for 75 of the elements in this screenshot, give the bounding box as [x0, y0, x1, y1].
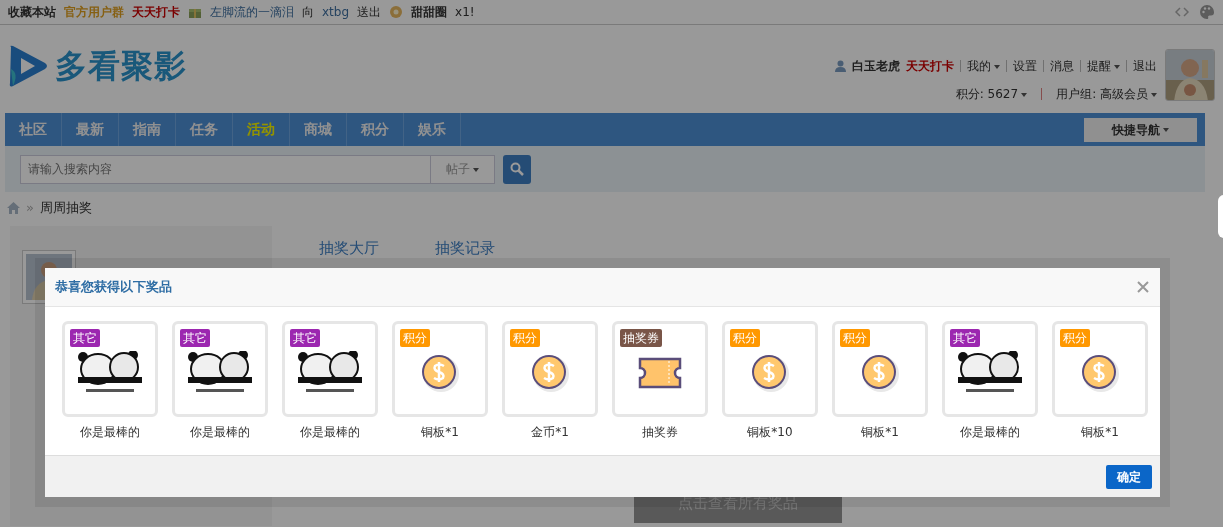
menu-link[interactable]: 退出 [1133, 57, 1157, 75]
breadcrumb-separator: » [26, 198, 34, 217]
coin-icon [750, 353, 790, 393]
prize-card[interactable]: 积分 [1052, 321, 1148, 417]
prize-label: 铜板*1 [1081, 424, 1119, 441]
search-button[interactable] [503, 154, 531, 184]
prize-label: 金币*1 [531, 424, 569, 441]
prize-label: 你是最棒的 [960, 424, 1020, 441]
caret-icon [1163, 128, 1169, 132]
modal-title: 恭喜您获得以下奖品 [55, 278, 172, 297]
prize-card[interactable]: 积分 [502, 321, 598, 417]
menu-link[interactable]: 我的 [967, 57, 1000, 75]
search-icon [510, 162, 524, 176]
prize-card[interactable]: 积分 [392, 321, 488, 417]
user-link[interactable]: 左脚流的一滴泪 [210, 3, 294, 21]
logo-icon[interactable] [7, 43, 49, 89]
code-icon[interactable] [1175, 7, 1189, 17]
prize-card[interactable]: 其它 [942, 321, 1038, 417]
top-link[interactable]: 官方用户群 [64, 3, 124, 21]
prize-label: 你是最棒的 [300, 424, 360, 441]
prize-label: 铜板*10 [747, 424, 793, 441]
gift-name: 甜甜圈 [411, 4, 448, 21]
category-tag: 积分 [1060, 329, 1090, 347]
category-tag: 其它 [70, 329, 100, 347]
caret-icon [473, 167, 479, 172]
notice-text: 向 [302, 4, 314, 21]
prize-card[interactable]: 积分 [832, 321, 928, 417]
prize-card[interactable]: 其它 [172, 321, 268, 417]
category-tag: 抽奖券 [620, 329, 662, 347]
user-link[interactable]: xtbg [322, 3, 350, 21]
close-button[interactable] [1136, 280, 1150, 294]
category-tag: 积分 [510, 329, 540, 347]
username-link[interactable]: 白玉老虎 [852, 57, 900, 75]
category-tag: 其它 [950, 329, 980, 347]
category-tag: 积分 [400, 329, 430, 347]
breadcrumb-item: 周周抽奖 [39, 198, 92, 217]
scope-dropdown[interactable]: 帖子 [446, 160, 479, 178]
stat-link[interactable]: 用户组: 高级会员 [1056, 85, 1157, 103]
prize-card[interactable]: 其它 [62, 321, 158, 417]
coin-icon [420, 353, 460, 393]
prize-label: 你是最棒的 [80, 424, 140, 441]
home-icon[interactable] [7, 201, 20, 214]
checkin-link[interactable]: 天天打卡 [906, 57, 954, 75]
logo-text[interactable]: 多看聚影 [55, 42, 187, 90]
ticket-icon [637, 356, 683, 390]
prize-card[interactable]: 抽奖券 [612, 321, 708, 417]
stat-link[interactable]: 积分: 5627 [955, 85, 1028, 103]
coin-icon [860, 353, 900, 393]
prize-card[interactable]: 其它 [282, 321, 378, 417]
prize-label: 你是最棒的 [190, 424, 250, 441]
donut-icon [389, 5, 404, 19]
menu-link[interactable]: 提醒 [1087, 57, 1120, 75]
search-field[interactable]: 请输入搜索内容 帖子 [20, 154, 495, 184]
menu-link[interactable]: 消息 [1050, 57, 1074, 75]
lottery-tab[interactable]: 抽奖大厅 [319, 237, 379, 260]
menu-link[interactable]: 设置 [1013, 57, 1037, 75]
prize-label: 铜板*1 [861, 424, 899, 441]
category-tag: 积分 [840, 329, 870, 347]
user-icon [835, 60, 846, 72]
notice-text: 送出 [357, 4, 382, 21]
prize-label: 抽奖券 [642, 424, 678, 441]
category-tag: 其它 [180, 329, 210, 347]
top-link[interactable]: 天天打卡 [132, 3, 180, 21]
top-link[interactable]: 收藏本站 [8, 3, 56, 21]
category-tag: 其它 [290, 329, 320, 347]
gift-count: x1! [455, 4, 475, 21]
quick-nav-button[interactable]: 快捷导航 [1084, 117, 1197, 142]
lottery-tab[interactable]: 抽奖记录 [435, 237, 495, 260]
coin-icon [530, 353, 570, 393]
palette-icon[interactable] [1199, 4, 1215, 20]
prize-label: 铜板*1 [421, 424, 459, 441]
prize-card[interactable]: 积分 [722, 321, 818, 417]
coin-icon [1080, 353, 1120, 393]
confirm-button[interactable]: 确定 [1106, 464, 1152, 489]
category-tag: 积分 [730, 329, 760, 347]
